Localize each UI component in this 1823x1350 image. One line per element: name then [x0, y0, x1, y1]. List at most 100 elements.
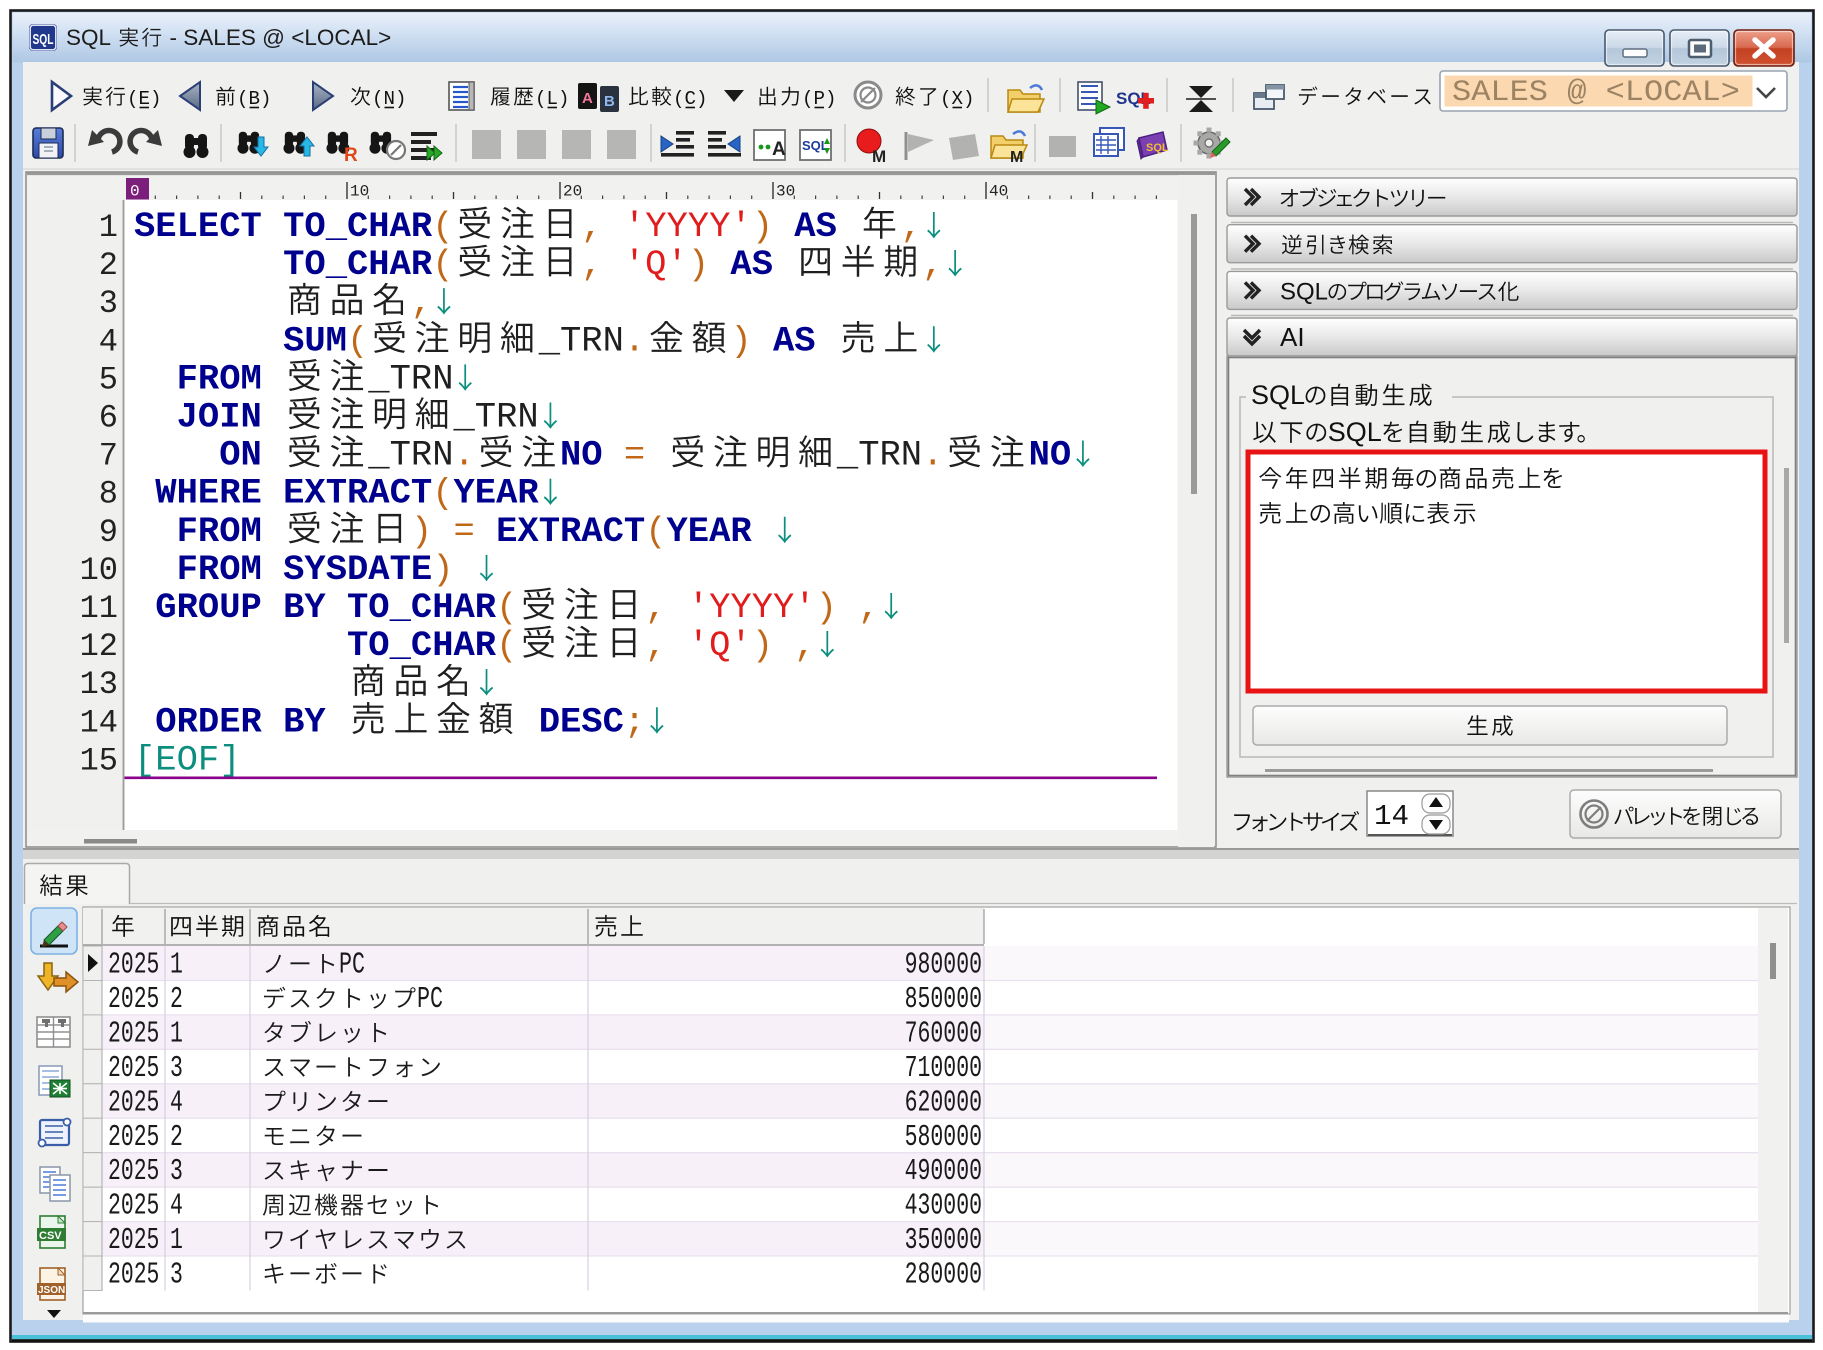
svg-text:NO: NO: [560, 435, 603, 476]
svg-text:YEAR: YEAR: [454, 473, 540, 514]
svg-text:SALES: SALES: [183, 25, 256, 50]
svg-text:8: 8: [99, 476, 118, 513]
svg-text:'Q': 'Q': [624, 244, 688, 285]
svg-text:40: 40: [989, 183, 1008, 201]
svg-text:EXTRACT: EXTRACT: [283, 473, 432, 514]
svg-text:5: 5: [99, 361, 118, 398]
svg-text:13: 13: [80, 666, 118, 703]
svg-text:WHERE: WHERE: [155, 473, 261, 514]
svg-text:2: 2: [170, 982, 183, 1017]
svg-text:SQL: SQL: [1146, 142, 1169, 154]
svg-text:SALES @ <LOCAL>: SALES @ <LOCAL>: [1452, 76, 1740, 110]
svg-text:,: ,: [794, 625, 815, 666]
svg-text:'YYYY': 'YYYY': [688, 587, 816, 628]
svg-text:,: ,: [581, 244, 602, 285]
svg-text:-: -: [170, 25, 178, 50]
svg-text:NO: NO: [1029, 435, 1072, 476]
svg-text:@: @: [262, 25, 285, 50]
svg-text:JOIN: JOIN: [177, 397, 262, 438]
svg-text:(: (: [432, 206, 453, 247]
svg-text:TO_CHAR: TO_CHAR: [283, 244, 433, 285]
svg-text:(: (: [645, 511, 666, 552]
svg-text:TO_CHAR: TO_CHAR: [283, 206, 433, 247]
svg-text:,: ,: [901, 206, 922, 247]
svg-text:2025: 2025: [108, 1051, 159, 1086]
svg-text:1: 1: [170, 948, 183, 983]
svg-text:'Q': 'Q': [688, 625, 752, 666]
svg-text:_TRN: _TRN: [367, 435, 453, 476]
svg-text:SQL: SQL: [1280, 278, 1328, 305]
svg-text:,: ,: [645, 625, 666, 666]
svg-text:(: (: [496, 587, 517, 628]
svg-text:ORDER: ORDER: [155, 701, 262, 742]
svg-text:9: 9: [99, 514, 118, 551]
svg-text:): ): [688, 244, 709, 285]
svg-text:2: 2: [99, 247, 118, 284]
svg-text:11: 11: [80, 590, 118, 627]
svg-text:=: =: [624, 435, 645, 476]
svg-text:FROM: FROM: [177, 549, 262, 590]
svg-text:_TRN: _TRN: [453, 397, 539, 438]
svg-text:490000: 490000: [905, 1154, 982, 1189]
svg-text:710000: 710000: [905, 1051, 982, 1086]
svg-text:AS: AS: [794, 206, 837, 247]
svg-text:FROM: FROM: [177, 358, 262, 399]
svg-text:;: ;: [624, 701, 645, 742]
svg-text:15: 15: [80, 742, 118, 779]
svg-text:A: A: [772, 139, 786, 160]
svg-text:BY: BY: [283, 701, 326, 742]
svg-text:TO_CHAR: TO_CHAR: [347, 625, 497, 666]
svg-text:2025: 2025: [108, 1189, 159, 1224]
svg-text:.: .: [454, 435, 475, 476]
svg-text:,: ,: [922, 244, 943, 285]
svg-text:280000: 280000: [905, 1258, 982, 1293]
svg-text:YEAR: YEAR: [667, 511, 753, 552]
svg-text:TO_CHAR: TO_CHAR: [347, 587, 497, 628]
svg-text:3: 3: [99, 285, 118, 322]
svg-text:R: R: [344, 145, 358, 166]
svg-text:FROM: FROM: [177, 511, 262, 552]
svg-text:SQL: SQL: [1251, 380, 1305, 410]
svg-text:SELECT: SELECT: [134, 206, 262, 247]
svg-text:[EOF]: [EOF]: [134, 739, 241, 780]
svg-text:20: 20: [563, 183, 582, 201]
svg-text:GROUP: GROUP: [155, 587, 261, 628]
svg-text:DESC: DESC: [539, 701, 624, 742]
svg-text:30: 30: [776, 183, 795, 201]
svg-text:(: (: [432, 244, 453, 285]
svg-text:SUM: SUM: [283, 320, 347, 361]
svg-text:.: .: [922, 435, 943, 476]
svg-text:SQL: SQL: [33, 31, 54, 48]
svg-text:_TRN: _TRN: [538, 320, 624, 361]
svg-text:ON: ON: [219, 435, 262, 476]
svg-text:980000: 980000: [905, 948, 982, 983]
svg-text:(: (: [432, 473, 453, 514]
svg-text:,: ,: [581, 206, 602, 247]
svg-text:2: 2: [170, 1120, 183, 1155]
svg-text:,: ,: [645, 587, 666, 628]
svg-text:AS: AS: [773, 320, 816, 361]
svg-text:SQL: SQL: [66, 25, 111, 50]
svg-text:,: ,: [411, 282, 432, 323]
svg-text:7: 7: [99, 438, 118, 475]
svg-text:580000: 580000: [905, 1120, 982, 1155]
svg-text:760000: 760000: [905, 1016, 982, 1051]
svg-text:3: 3: [170, 1258, 183, 1293]
svg-text:,: ,: [858, 587, 879, 628]
svg-text:JSON: JSON: [38, 1285, 65, 1296]
svg-text:): ): [816, 587, 837, 628]
svg-text:14: 14: [1374, 800, 1409, 833]
svg-text:SYSDATE: SYSDATE: [283, 549, 432, 590]
svg-text:14: 14: [80, 704, 118, 741]
svg-text:PC: PC: [417, 982, 443, 1017]
svg-text:A: A: [582, 90, 593, 107]
svg-text:4: 4: [99, 323, 118, 360]
svg-text:): ): [730, 320, 751, 361]
svg-text:2025: 2025: [108, 1154, 159, 1189]
svg-text:1: 1: [99, 209, 118, 246]
svg-text:BY: BY: [283, 587, 326, 628]
svg-text:2025: 2025: [108, 1016, 159, 1051]
svg-text:SQL: SQL: [802, 138, 829, 153]
svg-text:10: 10: [350, 183, 369, 201]
svg-text:850000: 850000: [905, 982, 982, 1017]
